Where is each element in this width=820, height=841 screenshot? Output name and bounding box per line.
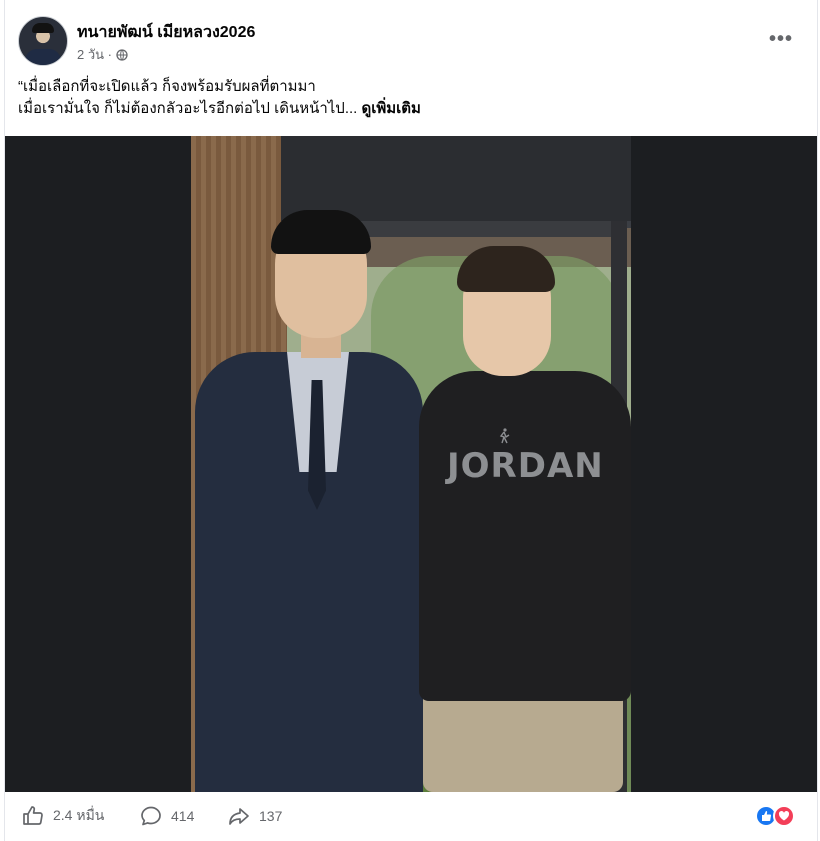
comment-count: 414 xyxy=(171,808,195,824)
post-caption: “เมื่อเลือกที่จะเปิดแล้ว ก็จงพร้อมรับผลท… xyxy=(18,76,798,120)
avatar-shirt xyxy=(25,49,61,65)
person-right-tshirt xyxy=(419,371,631,701)
love-reaction-icon xyxy=(773,805,795,827)
jumpman-logo-icon xyxy=(499,428,510,444)
comment-button[interactable]: 414 xyxy=(139,804,194,828)
more-options-icon: ••• xyxy=(768,27,793,50)
like-count: 2.4 หมื่น xyxy=(53,807,105,823)
photo-roof-beam xyxy=(281,136,631,221)
post-meta: 2 วัน · xyxy=(77,44,128,65)
post-media[interactable]: JORDAN xyxy=(5,136,817,792)
like-button[interactable]: 2.4 หมื่น xyxy=(21,804,104,828)
person-right-hair xyxy=(457,246,555,292)
reaction-summary[interactable] xyxy=(755,805,799,827)
more-options-button[interactable]: ••• xyxy=(766,24,796,54)
share-button[interactable]: 137 xyxy=(227,804,282,828)
share-count: 137 xyxy=(259,808,283,824)
thumbs-up-icon xyxy=(23,806,43,825)
post-header: ทนายพัฒน์ เมียหลวง2026 2 วัน · ••• xyxy=(18,14,808,70)
post-photo[interactable]: JORDAN xyxy=(191,136,631,792)
author-name[interactable]: ทนายพัฒน์ เมียหลวง2026 xyxy=(77,20,255,45)
post-card: ทนายพัฒน์ เมียหลวง2026 2 วัน · ••• “เมื่… xyxy=(4,0,818,841)
globe-icon xyxy=(116,48,128,61)
caption-text: “เมื่อเลือกที่จะเปิดแล้ว ก็จงพร้อมรับผลท… xyxy=(18,78,358,117)
share-icon xyxy=(229,808,249,825)
tshirt-print-text: JORDAN xyxy=(447,446,604,486)
post-footer: 2.4 หมื่น 414 137 xyxy=(5,792,817,841)
person-left-hair xyxy=(271,210,371,254)
see-more-link[interactable]: ดูเพิ่มเติม xyxy=(362,100,421,117)
comment-icon xyxy=(141,806,161,826)
avatar-hair xyxy=(32,23,54,33)
avatar[interactable] xyxy=(18,16,68,66)
post-time[interactable]: 2 วัน · xyxy=(77,44,112,65)
